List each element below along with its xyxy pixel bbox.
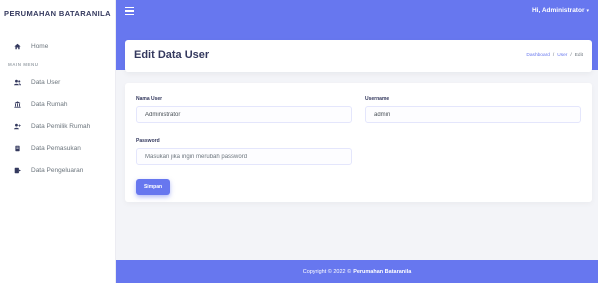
section-header: Edit Data User Dashboard / User / Edit <box>125 40 592 72</box>
sidebar-item-label: Home <box>31 42 49 50</box>
home-icon <box>12 43 22 50</box>
sidebar-item-data-rumah[interactable]: Data Rumah <box>0 93 115 115</box>
breadcrumb-separator: / <box>570 53 572 58</box>
building-icon <box>12 100 22 108</box>
sidebar-item-data-pengeluaran[interactable]: Data Pengeluaran <box>0 159 115 181</box>
brand-title[interactable]: PERUMAHAN BATARANILA <box>0 0 115 27</box>
page-title: Edit Data User <box>134 49 210 61</box>
sidebar-item-label: Data Pemasukan <box>31 144 81 152</box>
sidebar-item-data-pemilik-rumah[interactable]: Data Pemilik Rumah <box>0 115 115 137</box>
username-label: Username <box>365 96 390 102</box>
edit-user-form-card: Nama User Username Password Simpan <box>125 83 592 202</box>
breadcrumb-dashboard[interactable]: Dashboard <box>526 53 549 58</box>
sidebar-item-label: Data User <box>31 78 61 86</box>
user-greeting: Hi, Administrator <box>531 7 585 14</box>
sidebar: PERUMAHAN BATARANILA Home MAIN MENU Data… <box>0 0 116 283</box>
footer-brand: Perumahan Bataranila <box>353 268 412 275</box>
chevron-down-icon: ▾ <box>586 8 589 14</box>
username-input[interactable] <box>365 106 581 123</box>
breadcrumb-edit: Edit <box>574 53 583 58</box>
save-button[interactable]: Simpan <box>136 179 170 195</box>
footer: Copyright © 2022 © Perumahan Bataranila <box>116 260 598 283</box>
password-label: Password <box>136 138 160 144</box>
hamburger-menu-icon[interactable] <box>125 7 134 16</box>
sidebar-item-data-user[interactable]: Data User <box>0 71 115 93</box>
sidebar-item-label: Data Pemilik Rumah <box>31 122 91 130</box>
sidebar-item-home[interactable]: Home <box>0 35 115 57</box>
breadcrumb-user[interactable]: User <box>557 53 567 58</box>
nama-user-input[interactable] <box>136 106 352 123</box>
user-dropdown[interactable]: Hi, Administrator ▾ <box>532 7 589 14</box>
income-icon <box>12 145 22 152</box>
expense-icon <box>12 167 22 174</box>
menu-header: MAIN MENU <box>8 61 39 67</box>
users-icon <box>12 79 22 86</box>
sidebar-item-data-pemasukan[interactable]: Data Pemasukan <box>0 137 115 159</box>
breadcrumb-separator: / <box>552 53 555 58</box>
breadcrumb: Dashboard / User / Edit <box>526 53 583 58</box>
sidebar-item-label: Data Pengeluaran <box>31 166 84 174</box>
sidebar-item-label: Data Rumah <box>31 100 68 108</box>
copyright-text: Copyright © 2022 © <box>302 268 352 275</box>
nama-user-label: Nama User <box>136 96 163 102</box>
user-plus-icon <box>12 123 22 130</box>
password-input[interactable] <box>136 148 352 165</box>
